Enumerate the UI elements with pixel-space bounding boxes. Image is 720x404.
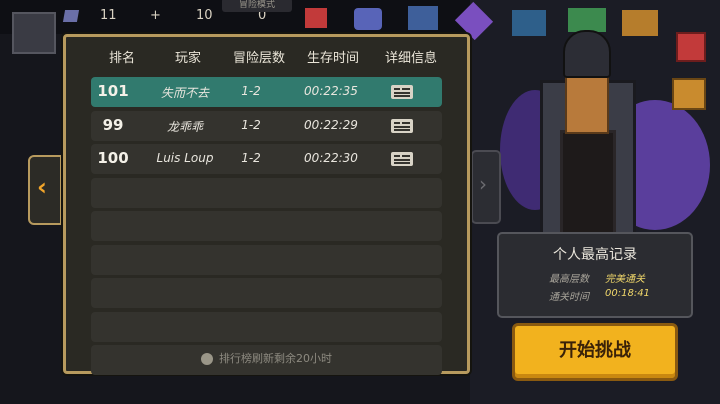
player-cell: 龙乖乖 (166, 119, 203, 134)
chevron-left-icon: ‹ (37, 173, 47, 201)
record-title: 个人最高记录 (553, 247, 637, 263)
leaderboard-empty-row (91, 211, 442, 241)
leaderboard-panel: 排名 玩家 冒险层数 生存时间 详细信息 101 失而不去 1-2 00:22:35 9… (63, 34, 470, 375)
refresh-note: 排行榜刷新剩余20小时 (66, 350, 467, 366)
leaderboard-row[interactable]: 99 龙乖乖 1-2 00:22:29 (91, 110, 442, 141)
gem-shop-icon[interactable] (354, 8, 382, 30)
leaderboard-row[interactable]: 101 失而不去 1-2 00:22:35 (91, 77, 442, 107)
character-portrait[interactable] (12, 12, 56, 54)
time-cell: 00:22:29 (304, 117, 358, 132)
col-level: 冒险层数 (232, 51, 285, 66)
rank-cell: 100 (97, 149, 129, 167)
leaderboard-empty-row (91, 311, 442, 342)
hooded-boss-icon (563, 30, 611, 78)
eye-banner-icon (565, 70, 609, 134)
plus-label: + (150, 8, 161, 23)
level-cell: 1-2 (241, 151, 261, 165)
detail-card-icon[interactable] (391, 85, 413, 99)
leaderboard-empty-row (91, 244, 442, 275)
col-rank: 排名 (108, 51, 135, 66)
start-challenge-button[interactable]: 开始挑战 (512, 323, 678, 381)
chest-menu-icon[interactable] (622, 10, 658, 36)
close-icon[interactable] (676, 32, 706, 62)
leaderboard-header: 排名 玩家 冒险层数 生存时间 详细信息 (66, 47, 467, 67)
time-cell: 00:22:35 (304, 84, 358, 98)
rank-cell: 101 (97, 82, 129, 100)
resource-count-a: 10 (196, 8, 213, 23)
collapse-panel-tab[interactable]: ‹ (28, 155, 62, 225)
leaderboard-empty-row (91, 177, 442, 208)
time-cell: 00:22:30 (304, 151, 358, 165)
player-cell: Luis Loup (156, 151, 214, 165)
clock-icon (201, 353, 213, 365)
detail-card-icon[interactable] (391, 118, 413, 133)
leaderboard-row[interactable]: 100 Luis Loup 1-2 00:22:30 (91, 144, 442, 174)
treasure-chest-icon[interactable] (672, 78, 706, 110)
player-cell: 失而不去 (160, 86, 209, 100)
rank-cell: 99 (102, 115, 124, 134)
shop-icon[interactable] (512, 10, 546, 36)
gift-icon[interactable] (305, 8, 327, 28)
level-cell: 1-2 (241, 117, 261, 132)
tower-door (560, 130, 616, 236)
gem-count: 11 (100, 8, 117, 23)
mode-tab[interactable]: 冒险模式 (222, 0, 292, 12)
collapse-tab[interactable]: › (471, 150, 501, 224)
leaderboard-empty-row (91, 278, 442, 308)
col-time: 生存时间 (306, 51, 359, 66)
col-detail: 详细信息 (384, 51, 437, 66)
gem-icon (62, 10, 80, 22)
level-cell: 1-2 (241, 84, 261, 98)
col-player: 玩家 (174, 51, 201, 66)
personal-record-card: 个人最高记录 最高层数 完美通关 通关时间 00:18:41 (497, 232, 693, 318)
chevron-right-icon: › (479, 172, 487, 196)
calendar-icon[interactable] (408, 6, 438, 30)
detail-card-icon[interactable] (391, 152, 413, 166)
vip-icon[interactable] (568, 8, 606, 32)
